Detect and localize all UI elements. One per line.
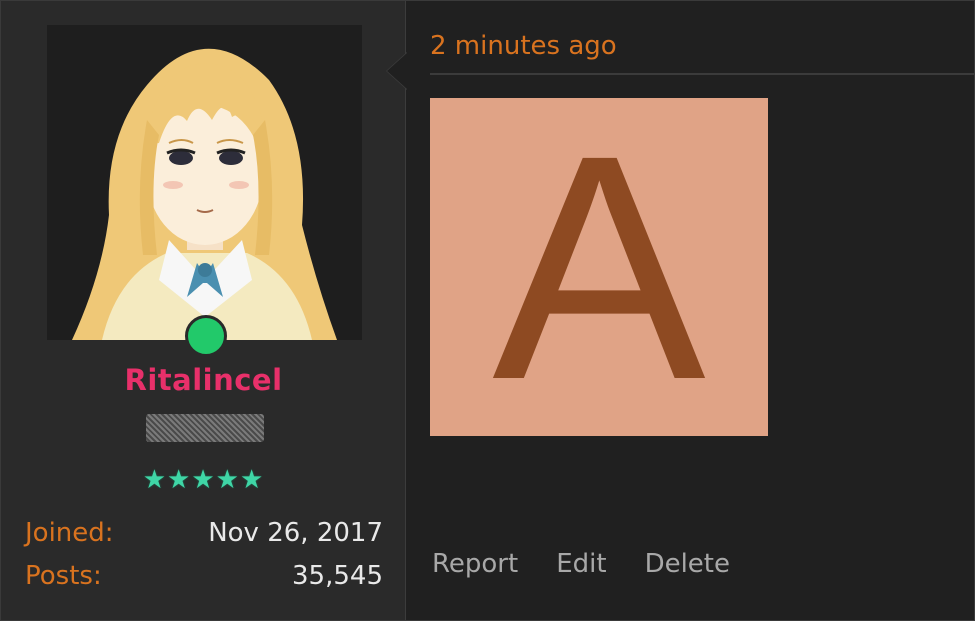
image-letter-text: A — [492, 98, 707, 436]
post-image[interactable]: A — [430, 98, 768, 436]
forum-post: Ritalincel ★★★★★ Joined: Nov 26, 2017 Po… — [0, 0, 975, 621]
edit-link[interactable]: Edit — [556, 549, 606, 579]
stat-joined: Joined: Nov 26, 2017 — [25, 518, 383, 548]
post-content: 2 minutes ago A Report Edit Delete — [406, 1, 974, 620]
stat-label: Joined: — [25, 518, 114, 548]
post-actions: Report Edit Delete — [432, 549, 730, 579]
stat-value: Nov 26, 2017 — [208, 518, 383, 548]
letter-image: A — [492, 98, 707, 436]
stat-posts: Posts: 35,545 — [25, 561, 383, 591]
username[interactable]: Ritalincel — [1, 363, 406, 397]
online-status-indicator — [185, 315, 227, 357]
stat-label: Posts: — [25, 561, 102, 591]
post-timestamp[interactable]: 2 minutes ago — [430, 31, 617, 61]
rating-stars: ★★★★★ — [142, 465, 265, 495]
avatar[interactable] — [47, 25, 362, 340]
post-pointer — [387, 53, 407, 89]
user-info-panel: Ritalincel ★★★★★ Joined: Nov 26, 2017 Po… — [1, 1, 406, 620]
stat-value[interactable]: 35,545 — [292, 561, 383, 591]
anime-girl-avatar-icon — [47, 25, 362, 340]
report-link[interactable]: Report — [432, 549, 518, 579]
user-title-banner — [146, 414, 264, 442]
header-divider — [430, 73, 974, 75]
delete-link[interactable]: Delete — [645, 549, 730, 579]
